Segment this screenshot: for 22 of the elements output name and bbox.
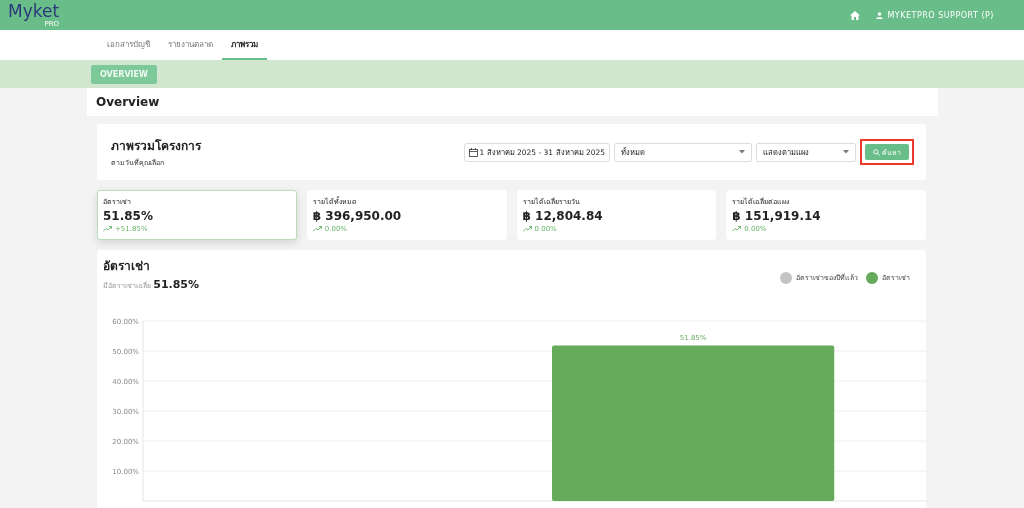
search-icon [873, 148, 880, 156]
page-title: Overview [87, 88, 938, 116]
card-title: ภาพรวมโครงการ [111, 138, 201, 155]
stat-value: ฿ 12,804.84 [522, 209, 604, 223]
legend-dot[interactable] [866, 271, 878, 284]
trend-up-icon [103, 226, 112, 232]
caret-icon [739, 150, 745, 154]
person-icon [876, 11, 884, 19]
logo-text[interactable]: Myket [8, 2, 60, 20]
trend-up-icon [312, 226, 322, 232]
stat-value: ฿ 151,919.14 [732, 209, 822, 223]
stat-value: ฿ 396,950.00 [312, 209, 403, 223]
legend-dot[interactable] [780, 271, 792, 284]
nav-tab[interactable]: รายงานตลาด [159, 30, 222, 60]
nav-tab[interactable]: เอกสารบัญชี [98, 30, 159, 60]
trend-up-icon [732, 226, 742, 232]
chart-title: อัตราเช่า [103, 258, 151, 275]
trend-up-icon [522, 226, 532, 232]
caret-icon [843, 150, 849, 154]
calendar-icon [468, 147, 478, 157]
home-icon[interactable] [850, 10, 861, 20]
stat-value: 51.85% [103, 209, 154, 223]
